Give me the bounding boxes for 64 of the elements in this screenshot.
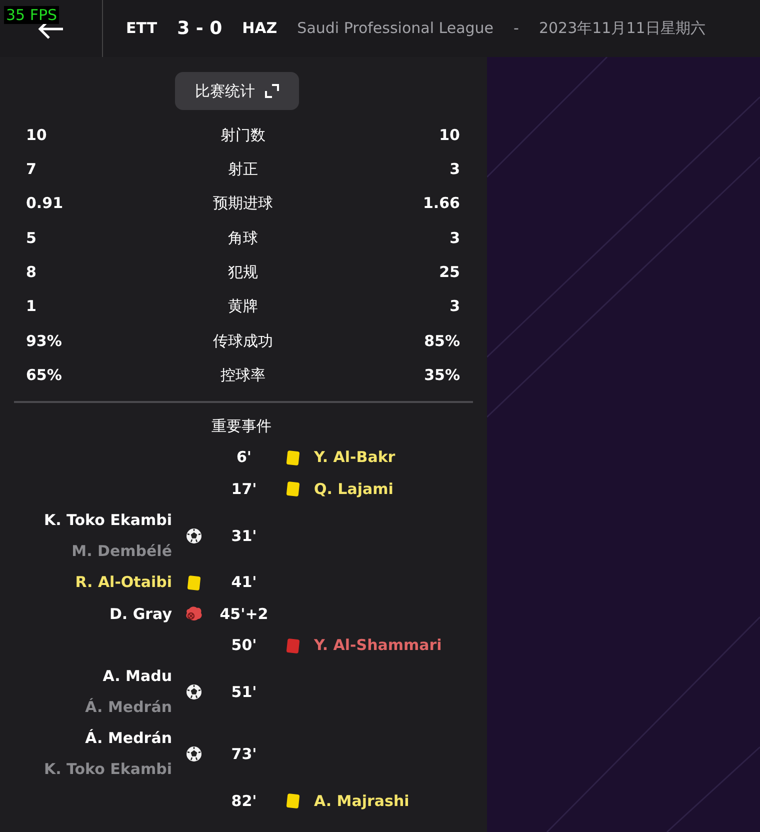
away-stat-value: 1.66: [422, 193, 460, 214]
home-stat-value: 7: [26, 159, 38, 180]
away-stat-value: 35%: [423, 364, 460, 386]
player-name: Q. Lajami: [314, 478, 394, 500]
player-name: D. Gray: [109, 604, 172, 625]
away-stat-value: 3: [448, 296, 460, 318]
player-name: A. Majrashi: [314, 790, 410, 812]
stat-label: 黄牌: [228, 296, 258, 318]
player-name: R. Al-Otaibi: [75, 572, 172, 594]
home-stat-value: 10: [26, 124, 48, 146]
stat-label: 犯规: [228, 262, 258, 284]
away-stat-value: 3: [448, 159, 460, 180]
away-stat-value: 3: [448, 228, 460, 249]
event-minute: 73': [231, 744, 257, 766]
stat-label: 预期进球: [213, 193, 273, 214]
stat-label: 射正: [228, 159, 258, 180]
stat-label: 传球成功: [213, 330, 273, 352]
ball-icon: [186, 528, 202, 544]
stat-label: 射门数: [220, 124, 266, 146]
home-stat-value: 1: [26, 296, 38, 318]
stat-label: 控球率: [220, 364, 266, 386]
home-stat-value: 0.91: [26, 193, 64, 214]
player-name: Y. Al-Shammari: [314, 635, 442, 656]
assist-player-name: K. Toko Ekambi: [44, 759, 172, 780]
player-name: K. Toko Ekambi: [44, 510, 172, 531]
booking-card-icon: [286, 794, 300, 809]
player-name: A. Madu: [102, 666, 172, 688]
assist-player-name: Á. Medrán: [85, 697, 172, 718]
player-name: Á. Medrán: [85, 728, 172, 750]
event-minute: 51': [231, 682, 257, 704]
booking-card-icon: [187, 575, 201, 590]
event-minute: 6': [236, 447, 252, 468]
ball-icon: [186, 746, 202, 762]
event-minute: 82': [231, 790, 257, 812]
home-stat-value: 8: [26, 262, 38, 284]
sending-off-card-icon: [286, 638, 300, 654]
stats-button[interactable]: 比赛统计: [175, 72, 299, 110]
away-stat-value: 85%: [423, 330, 460, 352]
home-stat-value: 93%: [26, 330, 63, 352]
event-minute: 45'+2: [220, 604, 268, 625]
injury-icon: [185, 606, 203, 622]
away-stat-value: 25: [438, 262, 460, 284]
event-minute: 41': [231, 572, 257, 594]
event-minute: 31': [231, 526, 257, 547]
competition-name: Saudi Professional League: [297, 18, 494, 40]
player-name: Y. Al-Bakr: [314, 447, 396, 468]
home-stat-value: 5: [26, 228, 38, 249]
away-team: HAZ: [242, 18, 278, 40]
home-team: ETT: [126, 18, 158, 40]
away-stat-value: 10: [438, 124, 460, 146]
assist-player-name: M. Dembélé: [72, 540, 172, 562]
events-title: 重要事件: [212, 416, 272, 438]
expand-icon: [265, 84, 279, 98]
stat-label: 角球: [228, 228, 258, 249]
booking-card-icon: [286, 450, 300, 466]
booking-card-icon: [286, 482, 300, 497]
ball-icon: [186, 684, 202, 700]
separator: -: [514, 18, 519, 40]
score: 3 - 0: [177, 17, 222, 41]
home-stat-value: 65%: [26, 364, 63, 386]
event-minute: 17': [231, 478, 257, 500]
match-date: 2023年11月11日星期六: [538, 18, 706, 40]
event-minute: 50': [231, 635, 257, 656]
fps-counter: 35 FPS: [4, 6, 60, 24]
